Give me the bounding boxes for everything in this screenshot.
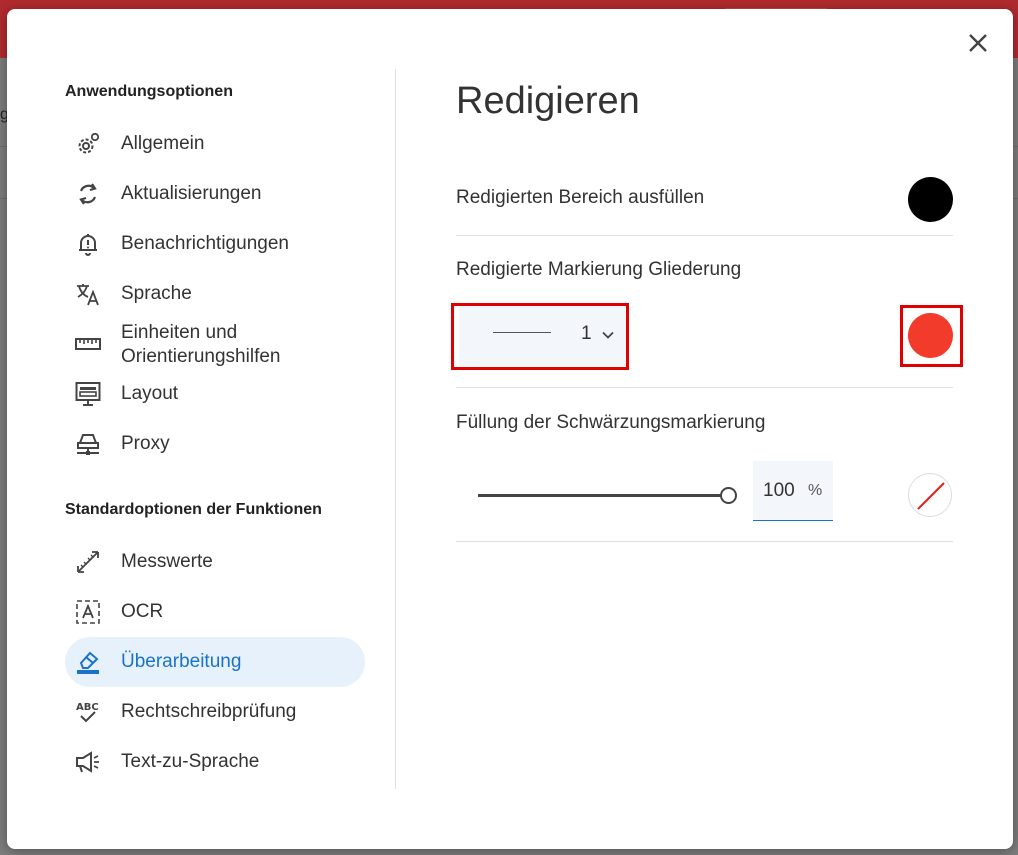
fill-area-label: Redigierten Bereich ausfüllen xyxy=(456,187,705,208)
opacity-slider-track[interactable] xyxy=(478,494,726,497)
opacity-unit: % xyxy=(808,482,823,499)
refresh-icon xyxy=(79,183,97,205)
sidebar-item-spellcheck[interactable]: ABC Rechtschreibprüfung xyxy=(65,687,365,737)
no-color-icon xyxy=(917,482,945,510)
sidebar-item-ocr[interactable]: OCR xyxy=(65,587,365,637)
megaphone-icon xyxy=(76,751,99,773)
sidebar-item-notifications[interactable]: Benachrichtigungen xyxy=(65,219,365,269)
sidebar-item-label: Benachrichtigungen xyxy=(121,233,289,254)
sidebar-item-units[interactable]: Einheiten und Orientierungshilfen xyxy=(65,319,365,369)
sidebar-item-text-to-speech[interactable]: Text-zu-Sprache xyxy=(65,737,365,787)
section-title-feature-defaults: Standardoptionen der Funktionen xyxy=(65,501,322,518)
measure-icon xyxy=(77,551,99,573)
divider xyxy=(456,387,953,388)
sidebar-item-redaction[interactable]: Überarbeitung xyxy=(65,637,365,687)
page-title: Redigieren xyxy=(456,80,640,122)
spellcheck-icon: ABC xyxy=(76,702,99,723)
svg-text:ABC: ABC xyxy=(76,702,99,713)
fill-color-swatch[interactable] xyxy=(908,177,953,222)
sidebar-item-label: Proxy xyxy=(121,433,170,454)
sidebar-item-language[interactable]: Sprache xyxy=(65,269,365,319)
sidebar-item-label: Rechtschreibprüfung xyxy=(121,701,297,722)
highlight-box xyxy=(900,305,963,367)
sidebar-item-label: Messwerte xyxy=(121,551,213,572)
sidebar-item-label: Text-zu-Sprache xyxy=(121,751,260,772)
gear-icon xyxy=(78,132,100,154)
ocr-icon xyxy=(76,600,100,624)
blackout-fill-label: Füllung der Schwärzungsmarkierung xyxy=(456,412,766,433)
sidebar-item-updates[interactable]: Aktualisierungen xyxy=(65,169,365,219)
sidebar-item-label: Einheiten und Orientierungshilfen xyxy=(121,322,281,367)
divider xyxy=(456,235,953,236)
blackout-color-swatch[interactable] xyxy=(908,473,952,517)
sidebar-item-label: Überarbeitung xyxy=(121,651,242,672)
sidebar-item-measurements[interactable]: Messwerte xyxy=(65,537,365,587)
opacity-slider-thumb[interactable] xyxy=(720,487,737,504)
opacity-value: 100 xyxy=(763,480,795,501)
highlight-box xyxy=(451,303,629,370)
ruler-icon xyxy=(75,338,101,350)
proxy-icon xyxy=(77,434,99,455)
sidebar-item-layout[interactable]: Layout xyxy=(65,369,365,419)
close-icon[interactable] xyxy=(965,30,991,56)
settings-dialog: Anwendungsoptionen Allgemein Aktualisier… xyxy=(7,9,1013,849)
sidebar-item-label: Aktualisierungen xyxy=(121,183,262,204)
bell-icon xyxy=(79,234,97,256)
outline-label: Redigierte Markierung Gliederung xyxy=(456,259,742,280)
translate-icon xyxy=(77,284,99,306)
sidebar-item-proxy[interactable]: Proxy xyxy=(65,419,365,469)
sidebar-item-general[interactable]: Allgemein xyxy=(65,119,365,169)
sidebar-item-label: OCR xyxy=(121,601,164,622)
sidebar-item-label: Sprache xyxy=(121,283,192,304)
divider xyxy=(456,541,953,542)
sidebar-item-label: Allgemein xyxy=(121,133,205,154)
highlighter-icon xyxy=(77,651,99,674)
section-title-app-options: Anwendungsoptionen xyxy=(65,83,233,100)
layout-icon xyxy=(75,382,101,406)
sidebar-divider xyxy=(395,69,396,789)
sidebar-item-label: Layout xyxy=(121,383,179,404)
opacity-input[interactable]: 100 % xyxy=(753,461,833,521)
